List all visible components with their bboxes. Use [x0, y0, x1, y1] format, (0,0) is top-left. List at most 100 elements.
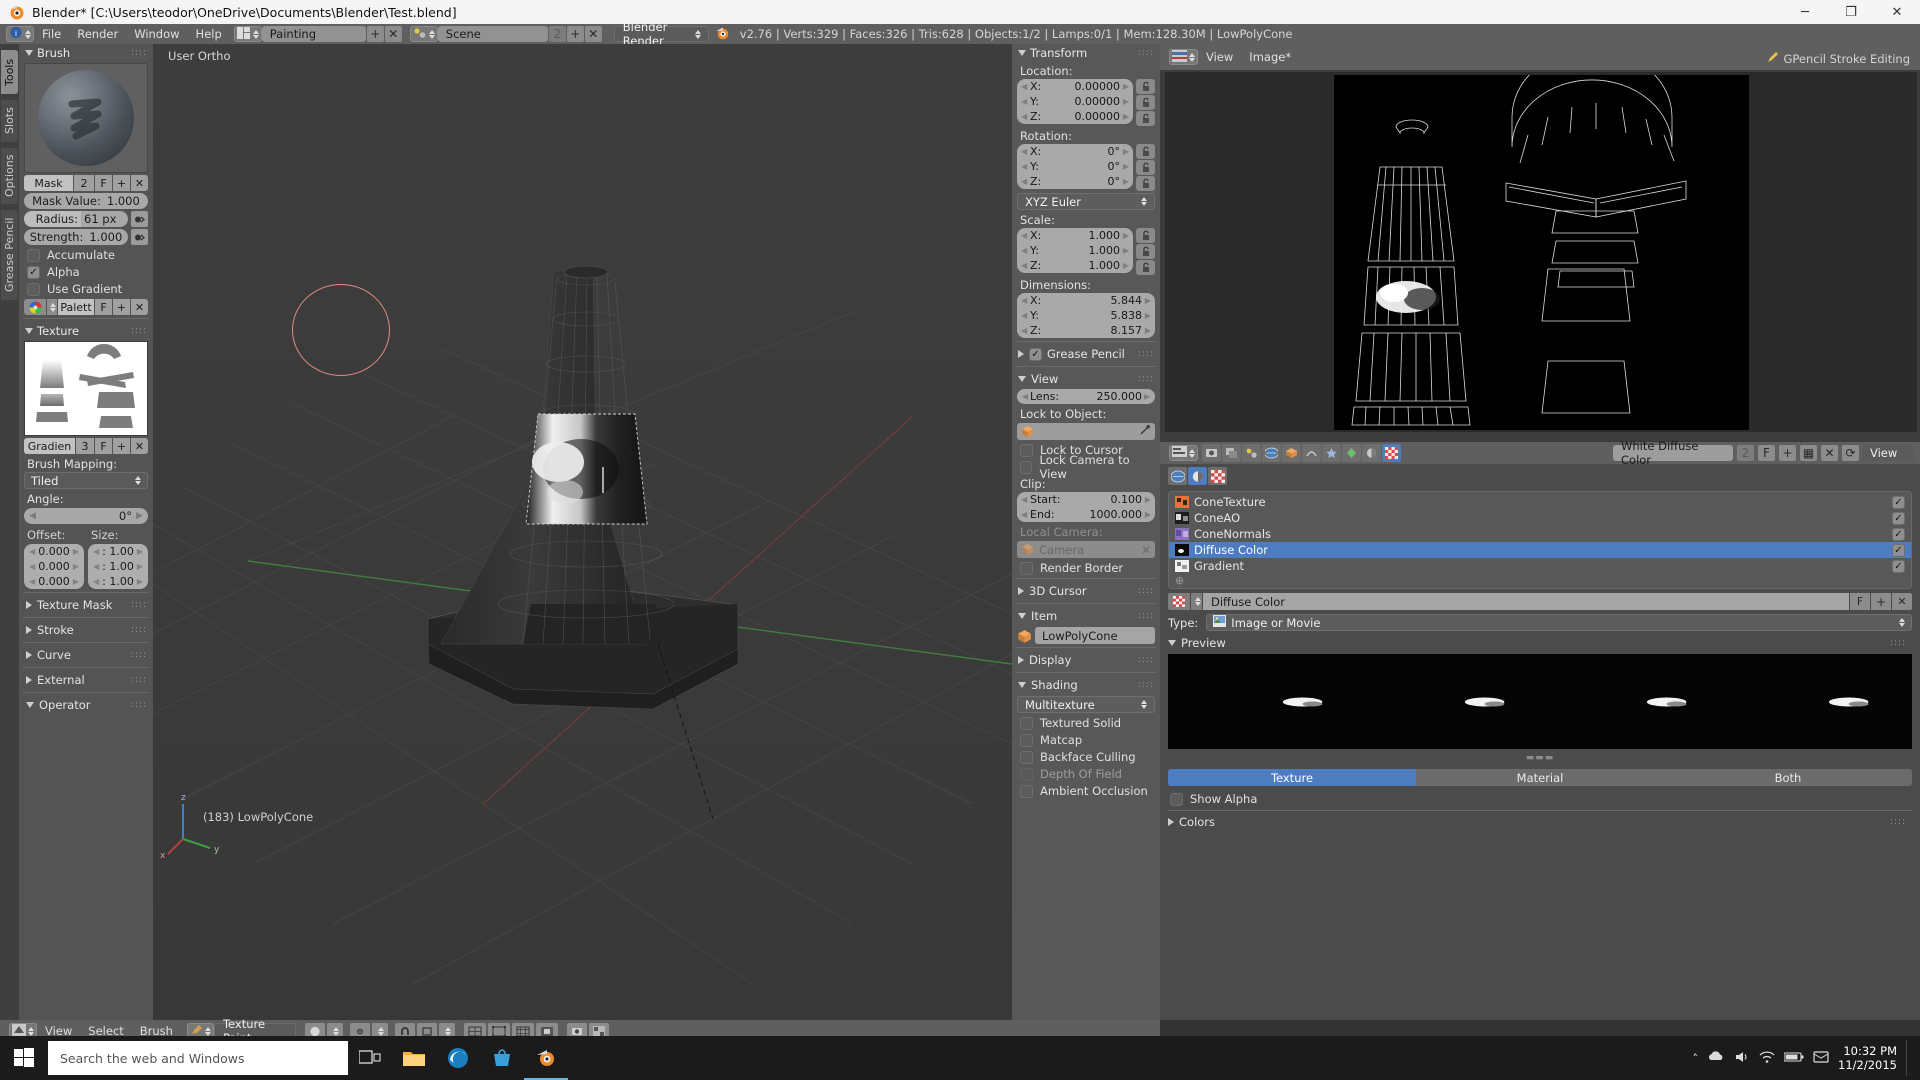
object-name-field[interactable]: LowPolyCone [1035, 627, 1155, 644]
list-item[interactable]: ConeNormals ✓ [1169, 526, 1911, 542]
lock-scale-y-button[interactable] [1136, 244, 1155, 259]
file-explorer-icon[interactable] [392, 1036, 436, 1080]
palette-name-field[interactable]: Palett [58, 299, 94, 315]
constraints-tab-icon[interactable] [1302, 444, 1321, 462]
size-z-field[interactable]: ◀: 1.00 ▶ [88, 574, 148, 589]
lock-location-x-button[interactable] [1136, 79, 1155, 94]
texture-browse-spinner[interactable] [1191, 593, 1202, 610]
render-border-row[interactable]: Render Border [1020, 561, 1155, 575]
size-y-field[interactable]: ◀: 1.00 ▶ [88, 559, 148, 574]
rotation-z-field[interactable]: ◀ Z: 0° ▶ [1017, 174, 1133, 189]
rotation-mode-dropdown[interactable]: XYZ Euler [1017, 193, 1155, 210]
lock-rotation-x-button[interactable] [1136, 144, 1155, 159]
mask-value-slider[interactable]: Mask Value: 1.000 [24, 193, 148, 209]
lens-field[interactable]: ◀ Lens: 250.000 ▶ [1017, 389, 1155, 404]
alpha-checkbox[interactable]: ✓ [27, 265, 40, 279]
world-tab-icon[interactable] [1262, 444, 1281, 462]
render-layers-tab-icon[interactable] [1222, 444, 1241, 462]
minimize-button[interactable]: ─ [1782, 0, 1828, 24]
show-alpha-row[interactable]: Show Alpha [1170, 792, 1915, 806]
brush-add-button[interactable]: + [113, 175, 130, 191]
panel-header-shading[interactable]: Shading :::: [1012, 676, 1160, 694]
panel-header-item[interactable]: Item :::: [1012, 607, 1160, 625]
close-icon[interactable]: ✕ [1141, 543, 1151, 557]
editor-type-selector-info[interactable]: i [6, 26, 34, 42]
screen-layout-field[interactable]: Painting [261, 26, 366, 42]
lock-rotation-z-button[interactable] [1136, 176, 1155, 191]
local-camera-field[interactable]: Camera ✕ [1017, 541, 1155, 558]
location-z-field[interactable]: ◀ Z: 0.00000 ▶ [1017, 109, 1133, 124]
world-texture-context-icon[interactable] [1168, 467, 1187, 485]
image-users-count[interactable]: 2 [1737, 445, 1754, 461]
show-alpha-checkbox[interactable] [1170, 792, 1183, 806]
offset-z-field[interactable]: ◀ 0.000 ▶ [24, 574, 84, 589]
add-texture-slot-row[interactable]: ⊕ [1169, 574, 1911, 587]
brush-unlink-button[interactable]: ✕ [131, 175, 148, 191]
scale-y-field[interactable]: ◀ Y: 1.000 ▶ [1017, 243, 1133, 258]
lock-camera-to-view-row[interactable]: Lock Camera to View [1020, 453, 1155, 481]
grease-pencil-checkbox[interactable]: ✓ [1029, 347, 1042, 361]
use-gradient-checkbox-row[interactable]: Use Gradient [27, 282, 148, 296]
close-button[interactable]: ✕ [1874, 0, 1920, 24]
scene-field[interactable]: Scene [437, 26, 548, 42]
palette-unlink-button[interactable]: ✕ [131, 299, 148, 315]
render-border-checkbox[interactable] [1020, 561, 1033, 575]
scale-x-field[interactable]: ◀ X: 1.000 ▶ [1017, 228, 1133, 243]
start-button[interactable] [0, 1036, 48, 1080]
clip-end-field[interactable]: ◀ End: 1000.000 ▶ [1017, 507, 1155, 522]
location-x-field[interactable]: ◀ X: 0.00000 ▶ [1017, 79, 1133, 94]
network-icon[interactable] [1759, 1050, 1775, 1067]
offset-x-field[interactable]: ◀ 0.000 ▶ [24, 544, 84, 559]
rotation-y-field[interactable]: ◀ Y: 0° ▶ [1017, 159, 1133, 174]
add-screen-layout-button[interactable]: + [366, 26, 384, 42]
texture-fake-user-button[interactable]: F [95, 438, 112, 454]
accumulate-checkbox[interactable] [27, 248, 40, 262]
texture-type-icon[interactable] [1168, 593, 1190, 610]
angle-slider[interactable]: ◀ 0° ▶ [24, 508, 148, 524]
delete-scene-button[interactable]: ✕ [584, 26, 602, 42]
image-editor-menu-image[interactable]: Image* [1241, 49, 1299, 65]
alpha-checkbox-row[interactable]: ✓ Alpha [27, 265, 148, 279]
texture-enabled-checkbox[interactable]: ✓ [1892, 543, 1905, 557]
list-item[interactable]: ConeAO ✓ [1169, 510, 1911, 526]
sidebar-tab-slots[interactable]: Slots [1, 100, 18, 142]
image-name-field[interactable]: White Diffuse Color [1613, 439, 1733, 467]
ambient-occlusion-checkbox[interactable] [1020, 784, 1033, 798]
menu-window[interactable]: Window [126, 26, 187, 42]
render-tab-icon[interactable] [1202, 444, 1221, 462]
texture-enabled-checkbox[interactable]: ✓ [1892, 495, 1905, 509]
texture-new-button[interactable]: + [1871, 593, 1891, 610]
list-item[interactable]: ConeTexture ✓ [1169, 494, 1911, 510]
shading-mode-dropdown[interactable]: Multitexture [1017, 696, 1155, 713]
size-x-field[interactable]: ◀: 1.00 ▶ [88, 544, 148, 559]
increment-arrow-icon[interactable]: ▶ [136, 511, 143, 521]
data-tab-icon[interactable] [1342, 444, 1361, 462]
view-mode-dropdown[interactable]: View [1862, 445, 1914, 461]
volume-icon[interactable] [1734, 1050, 1750, 1067]
strength-pressure-toggle[interactable] [131, 229, 148, 245]
image-add-button[interactable]: + [1779, 445, 1796, 461]
panel-header-colors[interactable]: Colors :::: [1168, 815, 1912, 829]
panel-header-grease-pencil[interactable]: ✓ Grease Pencil :::: [1012, 345, 1160, 363]
menu-file[interactable]: File [34, 26, 69, 42]
preview-resize-grip[interactable]: ▬▬▬ [1168, 753, 1912, 763]
location-y-field[interactable]: ◀ Y: 0.00000 ▶ [1017, 94, 1133, 109]
image-refresh-button[interactable]: ⟳ [1842, 445, 1859, 461]
radius-slider[interactable]: Radius: 61 px [24, 211, 128, 227]
texture-unlink-button[interactable]: ✕ [1892, 593, 1912, 610]
sidebar-tab-grease-pencil[interactable]: Grease Pencil [1, 210, 18, 300]
texture-add-button[interactable]: + [113, 438, 130, 454]
brush-users-count[interactable]: 2 [74, 175, 94, 191]
image-browse-button[interactable]: ▦ [1800, 445, 1817, 461]
panel-header-stroke[interactable]: Stroke :::: [19, 621, 153, 639]
editor-type-selector-properties[interactable] [1169, 445, 1198, 461]
lock-to-cursor-checkbox[interactable] [1020, 443, 1033, 457]
material-tab-icon[interactable] [1362, 444, 1381, 462]
rotation-x-field[interactable]: ◀ X: 0° ▶ [1017, 144, 1133, 159]
scale-z-field[interactable]: ◀ Z: 1.000 ▶ [1017, 258, 1133, 273]
panel-header-operator[interactable]: Operator :::: [19, 696, 153, 714]
textured-solid-checkbox[interactable] [1020, 716, 1033, 730]
tab-both[interactable]: Both [1664, 769, 1912, 786]
lock-rotation-y-button[interactable] [1136, 160, 1155, 175]
3d-viewport[interactable]: z y x User Ortho (183) LowPolyCone [153, 44, 1012, 1020]
